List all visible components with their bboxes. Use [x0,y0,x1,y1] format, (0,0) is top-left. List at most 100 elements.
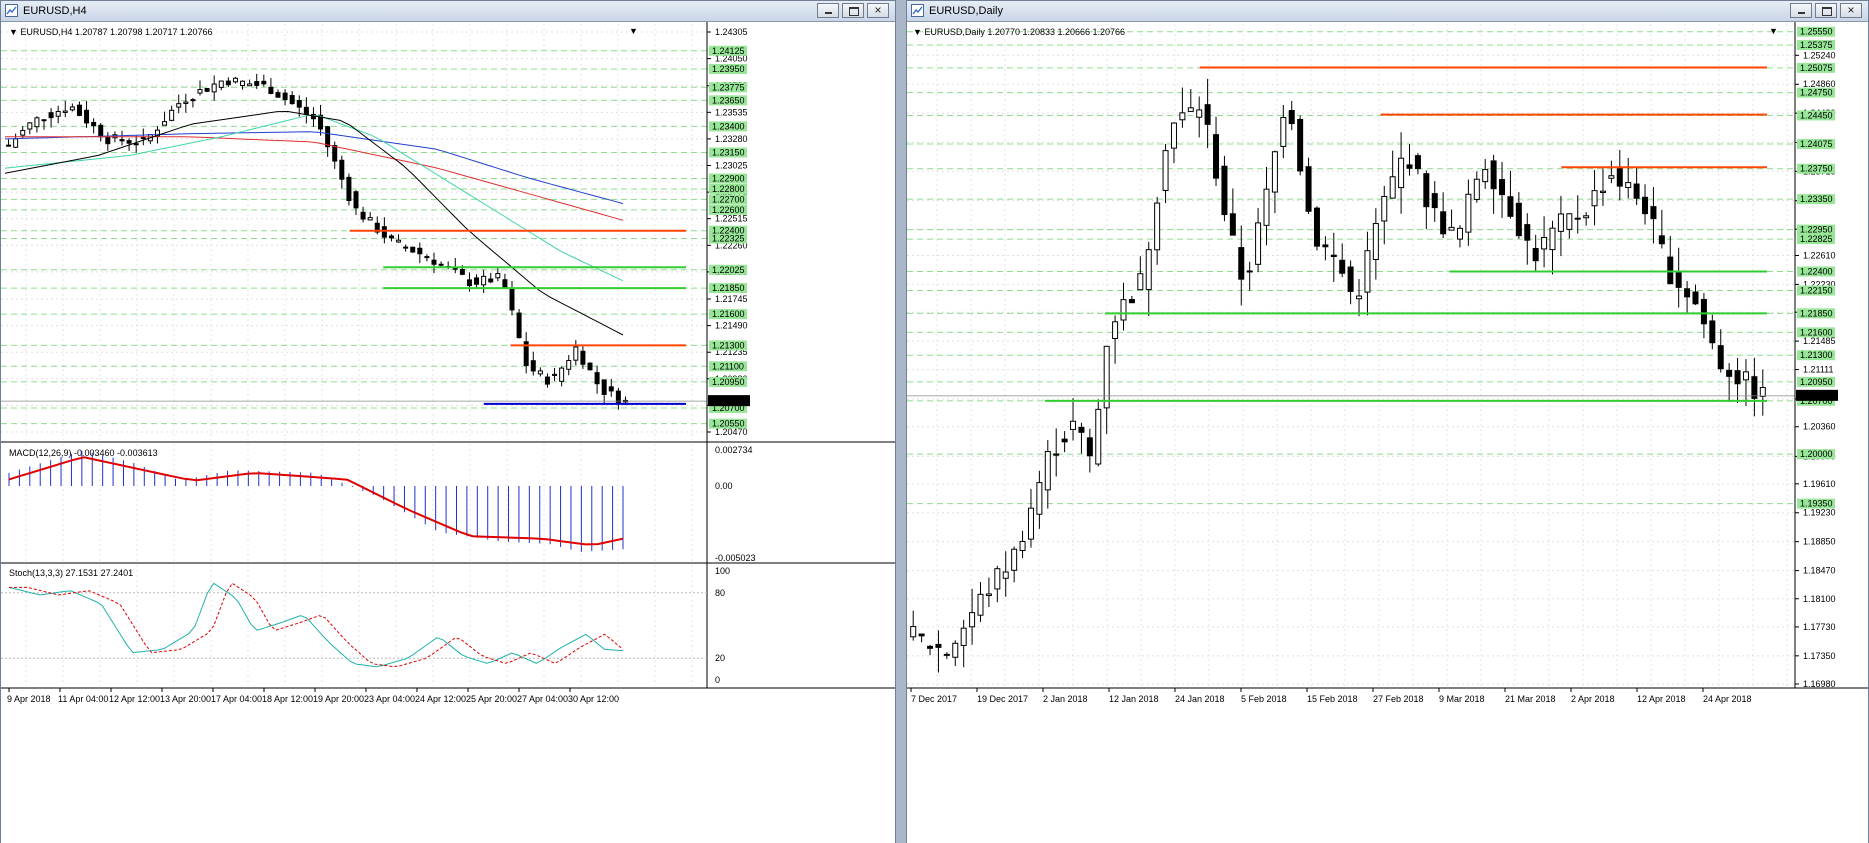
daily-window-titlebar[interactable]: EURUSD,Daily × [907,1,1868,22]
candle-body [204,88,210,92]
candle-body [1507,196,1514,217]
candle-body [55,110,61,117]
candle-body [1532,247,1539,262]
candle-body [332,145,338,162]
time-axis-label: 2 Apr 2018 [1571,694,1615,704]
daily-chart-window[interactable]: EURUSD,Daily × 1.252401.248601.244801.24… [906,0,1869,843]
candle-body [502,279,508,288]
current-price-label: 1.20766 [711,396,744,406]
candle-body [1499,179,1506,196]
level-label: 1.24750 [1800,88,1833,98]
candle-body [474,277,480,285]
h4-chart-header: ▼ EURUSD,H4 1.20787 1.20798 1.20717 1.20… [9,27,213,37]
candle-body [1742,371,1749,381]
candle-body [1112,321,1119,339]
candle-body [1347,266,1354,292]
candle-body [1002,571,1009,579]
candle-body [6,144,12,147]
candle-body [34,117,40,128]
time-axis-label: 24 Apr 2018 [1703,694,1752,704]
price-axis-label: 1.21111 [1803,365,1834,375]
candle-body [918,633,925,637]
daily-chart-header: ▼ EURUSD,Daily 1.20770 1.20833 1.20666 1… [913,27,1125,37]
daily-chart-canvas[interactable]: 1.252401.248601.244801.240951.237151.233… [907,22,1868,843]
candle-body [1473,178,1480,200]
level-label: 1.22800 [712,184,745,194]
minimize-button[interactable] [1790,3,1812,18]
minimize-button[interactable] [817,3,839,18]
candle-body [1667,256,1674,285]
candle-body [1086,437,1093,457]
candle-body [360,211,366,220]
candle-body [1541,236,1548,250]
time-axis-label: 2 Jan 2018 [1043,694,1088,704]
candle-body [1692,291,1699,305]
close-button[interactable]: × [867,3,889,18]
candle-body [339,159,345,180]
level-label: 1.25075 [1800,63,1833,73]
candle-body [183,101,189,104]
level-label: 1.22600 [712,205,745,215]
candle-body [1616,168,1623,187]
time-axis-label: 19 Dec 2017 [977,694,1028,704]
candle-body [225,80,231,86]
level-label: 1.21300 [712,340,745,350]
current-price-label: 1.20766 [1799,391,1832,401]
price-axis-label: 1.21490 [715,321,748,331]
candle-body [960,627,967,646]
candle-body [1170,122,1177,149]
candle-body [1196,109,1203,118]
level-label: 1.21600 [1800,327,1833,337]
candle-body [232,77,238,83]
price-axis-label: 1.25240 [1803,50,1836,60]
level-label: 1.22325 [712,234,745,244]
candle-body [1684,288,1691,298]
candle-body [169,109,175,121]
level-label: 1.25375 [1800,40,1833,50]
level-label: 1.23775 [712,82,745,92]
level-label: 1.22825 [1800,234,1833,244]
candle-body [1549,227,1556,251]
candle-body [1490,160,1497,190]
candle-body [1179,112,1186,121]
level-label: 1.24450 [1800,110,1833,120]
chart-window-icon [5,4,18,17]
price-axis-label: 1.18100 [1803,594,1836,604]
candle-body [1053,453,1060,456]
candle-body [459,268,465,275]
h4-chart-window[interactable]: EURUSD,H4 × 1.243051.240501.237901.23535… [0,0,896,843]
candle-body [367,217,373,221]
candle-body [587,362,593,371]
candle-body [1583,215,1590,219]
time-axis-label: 18 Apr 12:00 [262,694,313,704]
level-label: 1.21850 [712,283,745,293]
candle-body [1187,107,1194,112]
candle-body [197,89,203,94]
candle-body [1095,408,1102,465]
candle-body [943,653,950,656]
candle-body [396,239,402,243]
price-axis-label: 1.17350 [1803,651,1836,661]
candle-body [69,106,75,111]
stoch-axis-label: 100 [715,566,730,576]
candle-body [1356,295,1363,300]
time-axis-label: 12 Jan 2018 [1109,694,1159,704]
close-button[interactable]: × [1840,3,1862,18]
candle-body [608,386,614,392]
candle-body [509,288,515,311]
candle-body [282,92,288,101]
h4-chart-canvas[interactable]: 1.243051.240501.237901.235351.232801.230… [1,22,895,843]
candle-body [1322,244,1329,248]
price-axis-label: 1.17730 [1803,622,1836,632]
candle-body [1448,226,1455,231]
h4-window-titlebar[interactable]: EURUSD,H4 × [1,1,895,22]
candle-body [119,139,125,142]
candle-body [1608,175,1615,179]
level-label: 1.21600 [712,309,745,319]
candle-body [1482,169,1489,183]
price-axis-label: 1.19230 [1803,508,1836,518]
candle-body [1406,164,1413,169]
maximize-button[interactable] [1815,3,1837,18]
level-label: 1.21850 [1800,308,1833,318]
maximize-button[interactable] [842,3,864,18]
